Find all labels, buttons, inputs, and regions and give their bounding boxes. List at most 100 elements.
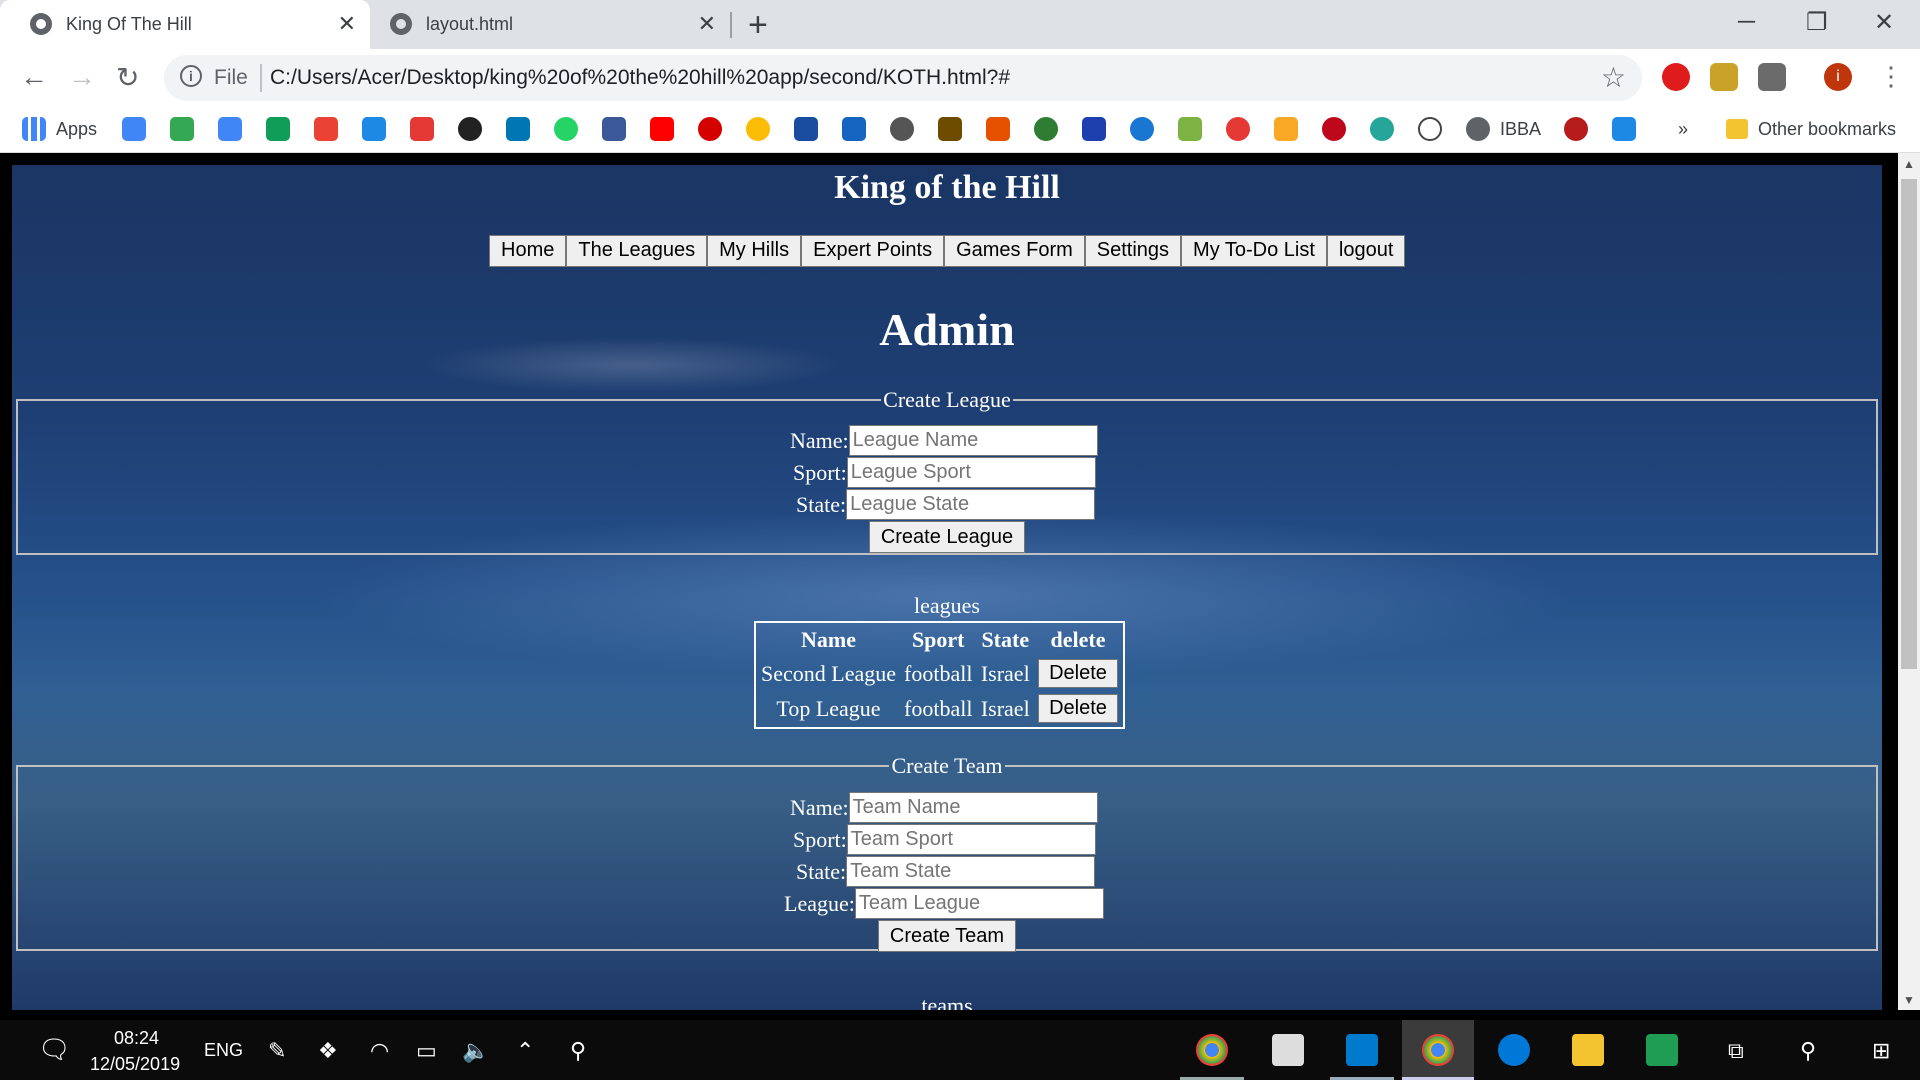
other-bookmarks[interactable]: Other bookmarks xyxy=(1758,119,1896,140)
tab-king-of-the-hill[interactable]: King Of The Hill ✕ xyxy=(0,0,370,49)
bookmark-apps[interactable]: Apps xyxy=(56,119,97,140)
translate-icon[interactable] xyxy=(218,117,242,141)
runner-icon[interactable] xyxy=(1082,117,1106,141)
bookmark-icon[interactable] xyxy=(1034,117,1058,141)
task-view-icon[interactable]: ⧉ xyxy=(1728,1038,1744,1064)
page-scrollbar[interactable]: ▲ ▼ xyxy=(1898,153,1920,1010)
bookmark-ibba[interactable]: IBBA xyxy=(1500,119,1541,140)
windows-start-icon[interactable]: ⊞ xyxy=(1872,1038,1890,1064)
edge-icon[interactable] xyxy=(1498,1034,1530,1066)
chevron-up-icon[interactable]: ⌃ xyxy=(516,1038,534,1064)
maps-icon[interactable] xyxy=(170,117,194,141)
photos-icon[interactable] xyxy=(1272,1034,1304,1066)
pen-icon[interactable]: ✎ xyxy=(268,1038,286,1064)
address-bar[interactable]: i File C:/Users/Acer/Desktop/king%20of%2… xyxy=(164,55,1642,101)
ynet-icon[interactable] xyxy=(698,117,722,141)
league-name-input[interactable] xyxy=(848,425,1098,456)
language-indicator[interactable]: ENG xyxy=(204,1040,243,1061)
chrome-icon[interactable] xyxy=(1196,1034,1228,1066)
bookmark-icon[interactable] xyxy=(746,117,770,141)
youtube-icon[interactable] xyxy=(650,117,674,141)
nav-todo-button[interactable]: My To-Do List xyxy=(1181,235,1327,267)
nav-leagues-button[interactable]: The Leagues xyxy=(566,235,708,267)
create-league-button[interactable]: Create League xyxy=(869,521,1025,553)
adblock-extension-icon[interactable] xyxy=(1662,63,1690,91)
extension-icon[interactable] xyxy=(1758,63,1786,91)
close-icon[interactable]: ✕ xyxy=(698,11,716,37)
apps-grid-icon[interactable] xyxy=(22,117,46,141)
forward-icon[interactable]: → xyxy=(68,61,96,93)
bookmark-icon[interactable] xyxy=(1178,117,1202,141)
bookmark-icon[interactable] xyxy=(362,117,386,141)
create-team-button[interactable]: Create Team xyxy=(878,920,1016,952)
bookmark-icon[interactable] xyxy=(938,117,962,141)
restore-icon[interactable]: ❐ xyxy=(1806,8,1828,37)
people-icon[interactable]: ⚲ xyxy=(570,1038,586,1064)
bookmark-icon[interactable] xyxy=(986,117,1010,141)
bookmark-icon[interactable] xyxy=(1274,117,1298,141)
team-name-input[interactable] xyxy=(848,792,1098,823)
info-icon[interactable]: i xyxy=(180,65,202,87)
team-league-input[interactable] xyxy=(854,888,1104,919)
nav-settings-button[interactable]: Settings xyxy=(1084,235,1182,267)
url-text[interactable]: C:/Users/Acer/Desktop/king%20of%20the%20… xyxy=(270,66,1010,90)
delete-league-button[interactable]: Delete xyxy=(1038,694,1118,723)
vscode-icon[interactable] xyxy=(1346,1034,1378,1066)
notepad-icon[interactable] xyxy=(1646,1034,1678,1066)
minimize-icon[interactable]: ─ xyxy=(1738,8,1755,36)
more-bookmarks-chevron-icon[interactable]: » xyxy=(1678,119,1688,140)
close-icon[interactable]: ✕ xyxy=(338,11,356,37)
reload-icon[interactable]: ↻ xyxy=(116,61,139,94)
google-icon[interactable] xyxy=(122,117,146,141)
tomato-icon[interactable] xyxy=(1226,117,1250,141)
volume-icon[interactable]: 🔈 xyxy=(462,1038,489,1064)
bookmark-icon[interactable] xyxy=(1612,117,1636,141)
clock-time[interactable]: 08:24 xyxy=(114,1028,159,1049)
globe-icon[interactable] xyxy=(1466,117,1490,141)
gmail-icon[interactable] xyxy=(314,117,338,141)
profile-avatar-icon[interactable]: i xyxy=(1824,63,1852,91)
league-state-input[interactable] xyxy=(846,489,1096,520)
github-icon[interactable] xyxy=(458,117,482,141)
back-icon[interactable]: ← xyxy=(20,61,48,93)
tab-layout-html[interactable]: layout.html ✕ xyxy=(370,0,730,49)
nav-home-button[interactable]: Home xyxy=(489,235,567,267)
bookmark-icon[interactable] xyxy=(1564,117,1588,141)
file-explorer-icon[interactable] xyxy=(1572,1034,1604,1066)
window-close-icon[interactable]: ✕ xyxy=(1874,8,1894,37)
linkedin-icon[interactable] xyxy=(506,117,530,141)
pinterest-icon[interactable] xyxy=(1322,117,1346,141)
chrome-icon[interactable] xyxy=(1422,1034,1454,1066)
battery-icon[interactable]: ▭ xyxy=(416,1038,437,1064)
action-center-icon[interactable]: 🗨 xyxy=(38,1034,71,1065)
league-sport-input[interactable] xyxy=(846,457,1096,488)
bookmark-star-icon[interactable]: ☆ xyxy=(1601,61,1626,94)
speedometer-icon[interactable] xyxy=(1418,117,1442,141)
team-state-input[interactable] xyxy=(846,856,1096,887)
menu-kebab-icon[interactable]: ⋮ xyxy=(1878,61,1904,92)
bookmark-icon[interactable] xyxy=(1130,117,1154,141)
whatsapp-icon[interactable] xyxy=(554,117,578,141)
nav-games-form-button[interactable]: Games Form xyxy=(944,235,1085,267)
bookmark-icon[interactable] xyxy=(842,117,866,141)
nav-logout-button[interactable]: logout xyxy=(1326,235,1406,267)
search-icon[interactable]: ⚲ xyxy=(1800,1038,1816,1064)
facebook-icon[interactable] xyxy=(602,117,626,141)
bookmark-icon[interactable] xyxy=(794,117,818,141)
extension-icon[interactable] xyxy=(1710,63,1738,91)
bookmark-icon[interactable] xyxy=(410,117,434,141)
bookmark-icon[interactable] xyxy=(1370,117,1394,141)
new-tab-icon[interactable]: + xyxy=(748,6,768,45)
gear-icon[interactable] xyxy=(890,117,914,141)
delete-league-button[interactable]: Delete xyxy=(1038,659,1118,688)
scrollbar-thumb[interactable] xyxy=(1901,179,1917,669)
nav-my-hills-button[interactable]: My Hills xyxy=(707,235,802,267)
nav-expert-points-button[interactable]: Expert Points xyxy=(801,235,945,267)
dropbox-icon[interactable]: ❖ xyxy=(318,1038,338,1064)
scroll-up-icon[interactable]: ▲ xyxy=(1903,157,1915,171)
clock-date[interactable]: 12/05/2019 xyxy=(90,1054,180,1075)
wifi-icon[interactable]: ◠ xyxy=(370,1038,389,1064)
scroll-down-icon[interactable]: ▼ xyxy=(1903,993,1915,1007)
plus-icon[interactable] xyxy=(266,117,290,141)
team-sport-input[interactable] xyxy=(846,824,1096,855)
